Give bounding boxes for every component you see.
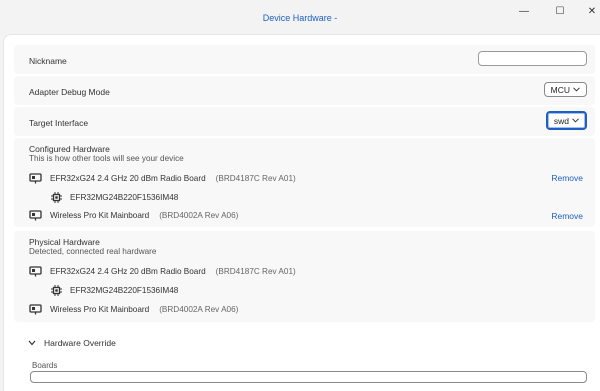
remove-button[interactable]: Remove [551, 173, 583, 183]
title-bar: Device Hardware - — ☐ ✕ [0, 0, 600, 34]
boards-input[interactable] [30, 371, 587, 383]
hardware-name: EFR32MG24B220F1536IM48 [70, 286, 179, 295]
hardware-item: EFR32xG24 2.4 GHz 20 dBm Radio Board (BR… [29, 266, 296, 277]
adapter-debug-mode-value: MCU [550, 84, 570, 95]
hardware-item: Wireless Pro Kit Mainboard (BRD4002A Rev… [29, 210, 238, 221]
hardware-override-section: Hardware Override Boards [14, 328, 595, 386]
hardware-revision: (BRD4002A Rev A06) [159, 305, 239, 314]
chevron-down-icon [573, 87, 580, 92]
hardware-item: Wireless Pro Kit Mainboard (BRD4002A Rev… [29, 304, 238, 315]
board-icon [29, 304, 42, 315]
adapter-debug-mode-row: Adapter Debug Mode MCU [14, 76, 595, 105]
target-interface-label: Target Interface [29, 118, 89, 128]
chevron-down-icon [28, 340, 36, 346]
physical-hardware-section: Physical Hardware Detected, connected re… [14, 231, 595, 322]
hardware-override-toggle[interactable]: Hardware Override [28, 338, 116, 348]
chip-icon [51, 285, 62, 296]
hardware-revision: (BRD4002A Rev A06) [159, 211, 239, 220]
close-button[interactable]: ✕ [578, 4, 600, 18]
hardware-name: EFR32xG24 2.4 GHz 20 dBm Radio Board [50, 174, 206, 183]
board-icon [29, 266, 42, 277]
target-interface-row: Target Interface swd [14, 107, 595, 136]
physical-hardware-subtitle: Detected, connected real hardware [29, 247, 157, 256]
target-interface-select[interactable]: swd [545, 111, 587, 130]
hardware-name: EFR32MG24B220F1536IM48 [70, 193, 179, 202]
nickname-input[interactable] [478, 51, 587, 66]
hardware-revision: (BRD4187C Rev A01) [215, 174, 296, 183]
configured-hardware-section: Configured Hardware This is how other to… [14, 138, 595, 227]
hardware-item: EFR32xG24 2.4 GHz 20 dBm Radio Board (BR… [29, 173, 296, 184]
adapter-debug-mode-select[interactable]: MCU [543, 82, 587, 97]
configured-hardware-subtitle: This is how other tools will see your de… [29, 154, 184, 163]
chevron-down-icon [572, 118, 579, 123]
hardware-item: EFR32MG24B220F1536IM48 [51, 192, 178, 203]
adapter-debug-mode-label: Adapter Debug Mode [29, 87, 110, 97]
nickname-row: Nickname [14, 45, 595, 74]
minimize-button[interactable]: — [510, 4, 538, 18]
hardware-revision: (BRD4187C Rev A01) [215, 267, 296, 276]
dialog-content: Nickname Adapter Debug Mode MCU Target I… [3, 34, 600, 391]
target-interface-value: swd [553, 115, 569, 126]
physical-hardware-title: Physical Hardware [29, 237, 100, 247]
hardware-item: EFR32MG24B220F1536IM48 [51, 285, 178, 296]
nickname-label: Nickname [29, 56, 67, 66]
hardware-override-title: Hardware Override [44, 338, 116, 348]
boards-label: Boards [32, 361, 58, 370]
chip-icon [51, 192, 62, 203]
hardware-name: EFR32xG24 2.4 GHz 20 dBm Radio Board [50, 267, 206, 276]
configured-hardware-title: Configured Hardware [29, 144, 110, 154]
board-icon [29, 173, 42, 184]
hardware-name: Wireless Pro Kit Mainboard [50, 305, 150, 314]
remove-button[interactable]: Remove [551, 211, 583, 221]
hardware-name: Wireless Pro Kit Mainboard [50, 211, 150, 220]
board-icon [29, 210, 42, 221]
maximize-button[interactable]: ☐ [546, 4, 574, 18]
